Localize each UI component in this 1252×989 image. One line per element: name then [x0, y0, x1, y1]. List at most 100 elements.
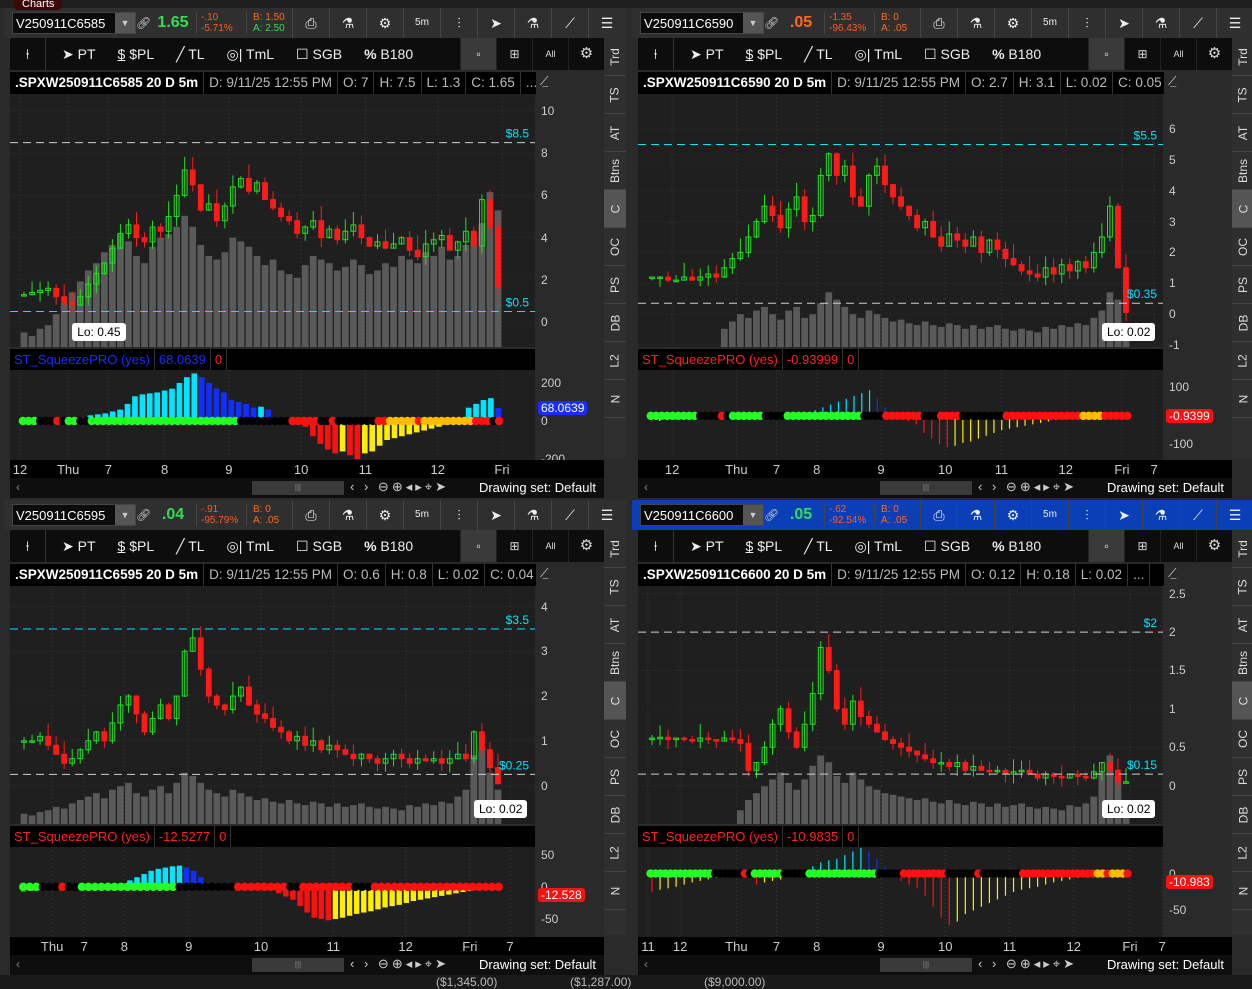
side-tab-at[interactable]: AT	[1232, 606, 1252, 644]
squeeze-axis[interactable]: 500-50-100-12.528	[535, 847, 604, 937]
side-tab-btns[interactable]: Btns	[1232, 644, 1252, 682]
pan-icon[interactable]: ◂▸	[1034, 956, 1053, 971]
price-axis[interactable]: 0 1 2 3 4	[535, 586, 604, 824]
side-tab-ps[interactable]: PS	[1232, 266, 1252, 304]
menu-icon[interactable]: ☰	[1216, 8, 1252, 38]
side-tab-n[interactable]: N	[1232, 380, 1252, 418]
symbol-selector[interactable]: V250911C6590 ▼	[640, 12, 764, 34]
symbol-selector[interactable]: V250911C6595 ▼	[12, 504, 136, 526]
alert-icon[interactable]: ⎙	[920, 8, 957, 38]
menu-icon[interactable]: ☰	[1216, 500, 1252, 530]
side-tab-oc[interactable]: OC	[1232, 720, 1252, 758]
grid-layout-icon[interactable]: ⊞	[1124, 38, 1160, 70]
tool-pt[interactable]: ➤ PT	[62, 538, 96, 555]
price-axis[interactable]: -1 0 1 2 3 4 5 6	[1163, 94, 1232, 352]
side-tab-c[interactable]: C	[1232, 682, 1252, 720]
pan-icon[interactable]: ◂▸	[1034, 479, 1053, 494]
studies-flask-icon[interactable]: ⚗	[957, 500, 994, 530]
link-icon[interactable]: 🔗︎	[764, 508, 779, 522]
cursor-icon[interactable]: ➤	[1105, 8, 1142, 38]
grid-layout-icon[interactable]: ⊞	[496, 38, 532, 70]
scroll-arrows-icon[interactable]: ‹ ›	[350, 479, 371, 494]
tool-pt[interactable]: ➤ PT	[690, 46, 724, 63]
tool-sgb[interactable]: ☐ SGB	[296, 46, 342, 63]
cursor-icon[interactable]: ➤	[477, 500, 514, 530]
side-tab-c[interactable]: C	[604, 190, 626, 228]
chevron-down-icon[interactable]: ▼	[115, 505, 135, 525]
interval-button[interactable]: 5m	[403, 500, 440, 530]
drawing-set-label[interactable]: Drawing set: Default	[479, 957, 596, 972]
candle-style-icon[interactable]: ⫶	[440, 8, 477, 38]
info-more[interactable]: ...	[1128, 564, 1151, 586]
chart-scrollbar[interactable]: ‹ ||| ‹ › ⊖⊕◂▸⌖➤ Drawing set: Default	[10, 955, 604, 975]
time-axis[interactable]: 12 Thu 7 8 9 10 11 12 Fri	[10, 460, 604, 478]
scroll-thumb[interactable]: |||	[252, 958, 344, 972]
candle-style-icon[interactable]: ⫶	[1068, 8, 1105, 38]
alert-icon[interactable]: ⎙	[920, 500, 957, 530]
zoom-in-icon[interactable]: ⊕	[1020, 956, 1034, 971]
symbol-selector[interactable]: V250911C6585 ▼	[12, 12, 136, 34]
chart-scrollbar[interactable]: ‹ ||| ‹ › ⊖⊕◂▸⌖➤ Drawing set: Default	[10, 478, 604, 498]
side-tab-btns[interactable]: Btns	[604, 152, 626, 190]
side-tab-trd[interactable]: Trd	[604, 530, 626, 568]
price-axis[interactable]: 0 0.5 1 1.5 2 2.5	[1163, 586, 1232, 824]
scroll-left-icon[interactable]: ‹	[644, 957, 648, 971]
single-layout-icon[interactable]: ▫	[460, 38, 496, 70]
chevron-down-icon[interactable]: ▼	[743, 505, 763, 525]
squeeze-name[interactable]: ST_SqueezePRO (yes)	[10, 826, 155, 847]
auto-scale-icon[interactable]: ⟋̲	[540, 74, 548, 89]
drawings-icon[interactable]: ⟋	[1179, 500, 1216, 530]
side-tab-ps[interactable]: PS	[604, 266, 626, 304]
cursor-icon[interactable]: ➤	[477, 8, 514, 38]
pin-icon[interactable]: ⍿	[638, 530, 674, 562]
time-axis[interactable]: 11 12 Thu 7 8 9 10 11 12 Fri 7	[638, 937, 1232, 955]
crosshair-icon[interactable]: ⌖	[1053, 956, 1063, 971]
link-icon[interactable]: 🔗︎	[136, 508, 151, 522]
drawing-settings-gear-icon[interactable]: ⚙	[1196, 530, 1232, 562]
zoom-out-icon[interactable]: ⊖	[1006, 956, 1020, 971]
symbol-selector[interactable]: V250911C6600 ▼	[640, 504, 764, 526]
alert-icon[interactable]: ⎙	[292, 500, 329, 530]
side-tab-l2[interactable]: L2	[1232, 834, 1252, 872]
scroll-thumb[interactable]: |||	[880, 481, 972, 495]
gear-icon[interactable]: ⚙	[366, 8, 403, 38]
alert-icon[interactable]: ⎙	[292, 8, 329, 38]
side-tab-trd[interactable]: Trd	[1232, 530, 1252, 568]
side-tab-db[interactable]: DB	[1232, 796, 1252, 834]
link-icon[interactable]: 🔗︎	[764, 16, 779, 30]
single-layout-icon[interactable]: ▫	[1088, 530, 1124, 562]
scroll-left-icon[interactable]: ‹	[16, 480, 20, 494]
side-tab-at[interactable]: AT	[604, 606, 626, 644]
zoom-in-icon[interactable]: ⊕	[1020, 479, 1034, 494]
squeeze-axis[interactable]: 0 -50 -10.983	[1163, 847, 1232, 937]
squeeze-name[interactable]: ST_SqueezePRO (yes)	[638, 349, 783, 370]
cursor-icon[interactable]: ➤	[1105, 500, 1142, 530]
drawing-settings-gear-icon[interactable]: ⚙	[568, 38, 604, 70]
scroll-arrows-icon[interactable]: ‹ ›	[978, 479, 999, 494]
strategies-flask-icon[interactable]: ⚗	[1142, 500, 1179, 530]
squeeze-chart[interactable]	[10, 370, 535, 460]
squeeze-name[interactable]: ST_SqueezePRO (yes)	[638, 826, 783, 847]
side-tab-btns[interactable]: Btns	[604, 644, 626, 682]
grid-layout-icon[interactable]: ⊞	[1124, 530, 1160, 562]
side-tab-l2[interactable]: L2	[604, 834, 626, 872]
crosshair-icon[interactable]: ⌖	[425, 479, 435, 494]
pointer-icon[interactable]: ➤	[1063, 956, 1077, 971]
menu-icon[interactable]: ☰	[588, 8, 625, 38]
all-button[interactable]: All	[1160, 38, 1196, 70]
drawing-settings-gear-icon[interactable]: ⚙	[568, 530, 604, 562]
side-tab-db[interactable]: DB	[1232, 304, 1252, 342]
scroll-left-icon[interactable]: ‹	[16, 957, 20, 971]
candle-style-icon[interactable]: ⫶	[1068, 500, 1105, 530]
time-axis[interactable]: 12 Thu 7 8 9 10 11 12 Fri 7	[638, 460, 1232, 478]
pin-icon[interactable]: ⍿	[10, 530, 46, 562]
strategies-flask-icon[interactable]: ⚗	[514, 8, 551, 38]
drawing-set-label[interactable]: Drawing set: Default	[1107, 480, 1224, 495]
studies-flask-icon[interactable]: ⚗	[329, 8, 366, 38]
gear-icon[interactable]: ⚙	[366, 500, 403, 530]
tool-tml[interactable]: ◎| TmL	[855, 538, 903, 555]
side-tab-oc[interactable]: OC	[1232, 228, 1252, 266]
tool-pl[interactable]: $ $PL	[118, 46, 155, 62]
chevron-down-icon[interactable]: ▼	[115, 13, 135, 33]
tool-pl[interactable]: $ $PL	[746, 538, 783, 554]
